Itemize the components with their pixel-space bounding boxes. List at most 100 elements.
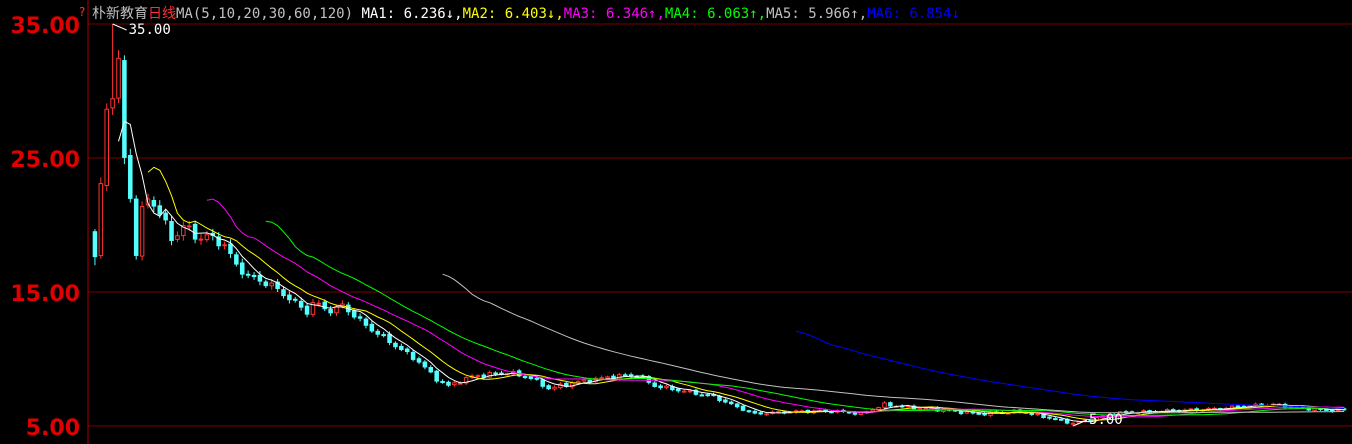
candle-up[interactable] (186, 225, 192, 228)
candle-up[interactable] (139, 206, 145, 257)
candle-down[interactable] (1053, 418, 1058, 421)
candle-down[interactable] (888, 402, 893, 407)
candle-down[interactable] (304, 305, 310, 315)
candle-down[interactable] (163, 212, 168, 221)
candle-up[interactable] (599, 377, 604, 380)
candle-down[interactable] (622, 374, 628, 377)
candle-down[interactable] (705, 394, 710, 397)
candle-down[interactable] (675, 388, 681, 392)
candle-up[interactable] (687, 390, 693, 393)
candle-down[interactable] (239, 262, 245, 275)
candle-up[interactable] (870, 409, 875, 412)
candle-up[interactable] (764, 413, 769, 416)
candle-down[interactable] (752, 410, 758, 414)
candle-down[interactable] (446, 381, 451, 386)
candle-down[interactable] (658, 385, 663, 389)
candle-down[interactable] (434, 370, 439, 382)
candle-up[interactable] (1035, 413, 1040, 416)
candle-down[interactable] (293, 298, 298, 301)
candle-down[interactable] (387, 333, 392, 343)
candle-up[interactable] (681, 390, 687, 393)
candle-up[interactable] (1070, 422, 1076, 425)
candle-down[interactable] (528, 376, 534, 379)
candle-down[interactable] (92, 231, 98, 258)
candle-down[interactable] (440, 380, 445, 383)
candle-up[interactable] (581, 379, 587, 382)
candle-down[interactable] (976, 412, 982, 415)
candle-down[interactable] (740, 405, 746, 411)
candle-up[interactable] (964, 411, 970, 414)
candle-down[interactable] (652, 382, 657, 387)
candle-up[interactable] (222, 244, 227, 247)
candle-down[interactable] (251, 274, 257, 278)
candle-down[interactable] (169, 221, 174, 241)
candle-down[interactable] (546, 385, 551, 390)
candle-up[interactable] (882, 402, 887, 408)
candle-down[interactable] (534, 377, 540, 380)
candle-down[interactable] (192, 223, 198, 240)
candle-down[interactable] (1047, 416, 1052, 419)
candle-down[interactable] (404, 348, 410, 353)
candle-up[interactable] (316, 302, 322, 305)
candle-down[interactable] (746, 410, 752, 413)
candle-down[interactable] (128, 155, 133, 199)
candle-up[interactable] (269, 282, 274, 287)
candle-up[interactable] (116, 57, 121, 99)
candle-up[interactable] (110, 98, 115, 109)
candle-down[interactable] (422, 361, 428, 368)
candle-down[interactable] (1235, 405, 1241, 408)
candle-down[interactable] (410, 351, 416, 360)
candle-down[interactable] (298, 300, 304, 308)
candle-up[interactable] (204, 234, 210, 241)
candle-down[interactable] (157, 205, 163, 215)
candle-down[interactable] (363, 318, 369, 326)
candle-down[interactable] (122, 60, 127, 158)
candle-down[interactable] (540, 379, 546, 387)
candle-down[interactable] (734, 403, 740, 408)
candle-down[interactable] (493, 372, 498, 375)
candle-up[interactable] (98, 183, 104, 257)
candle-down[interactable] (281, 289, 286, 297)
candle-down[interactable] (416, 358, 422, 363)
candle-down[interactable] (729, 401, 734, 405)
candle-down[interactable] (245, 273, 251, 276)
candle-up[interactable] (198, 238, 204, 241)
candle-up[interactable] (917, 407, 923, 410)
candle-down[interactable] (758, 412, 764, 415)
candle-down[interactable] (257, 274, 263, 282)
candle-down[interactable] (234, 254, 239, 265)
candle-down[interactable] (287, 294, 292, 301)
candlestick-chart[interactable]: 35.00 25.00 15.00 5.00 35.00 5.00 ? (0, 0, 1352, 444)
candle-down[interactable] (628, 374, 634, 377)
candle-up[interactable] (858, 412, 864, 415)
ma-spec[interactable]: MA(5,10,20,30,60,120) (176, 6, 353, 22)
candle-down[interactable] (481, 374, 487, 378)
candle-down[interactable] (1058, 418, 1064, 421)
candle-down[interactable] (351, 310, 357, 318)
candle-up[interactable] (452, 382, 457, 386)
candle-down[interactable] (723, 399, 728, 403)
candle-down[interactable] (393, 342, 398, 348)
candle-up[interactable] (475, 375, 481, 378)
candle-down[interactable] (428, 367, 434, 373)
candle-down[interactable] (151, 199, 157, 207)
candle-up[interactable] (1312, 408, 1317, 412)
candle-up[interactable] (605, 376, 610, 379)
candle-down[interactable] (328, 309, 333, 314)
candle-down[interactable] (381, 334, 386, 337)
period-label[interactable]: 日线 (148, 6, 176, 22)
candle-up[interactable] (104, 108, 109, 186)
candle-up[interactable] (552, 386, 557, 390)
candle-up[interactable] (175, 235, 180, 240)
candle-down[interactable] (399, 345, 404, 351)
candle-down[interactable] (228, 243, 233, 254)
candle-down[interactable] (522, 376, 528, 379)
ma-values: MA1: 6.236↓,MA2: 6.403↓,MA3: 6.346↑,MA4:… (361, 6, 960, 22)
candle-down[interactable] (375, 330, 381, 335)
candle-down[interactable] (263, 281, 269, 287)
candle-down[interactable] (133, 198, 139, 256)
candle-down[interactable] (699, 394, 705, 397)
candle-down[interactable] (369, 323, 375, 332)
candle-up[interactable] (664, 385, 669, 389)
candle-down[interactable] (357, 316, 363, 319)
